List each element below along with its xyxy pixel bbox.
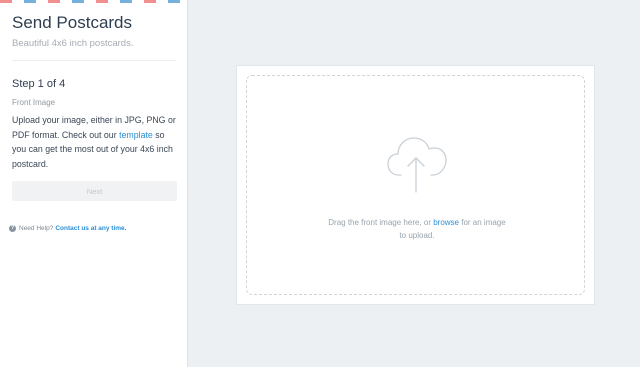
template-link[interactable]: template (119, 130, 153, 140)
contact-link[interactable]: Contact us at any time. (55, 225, 126, 232)
sidebar: Send Postcards Beautiful 4x6 inch postca… (0, 0, 188, 367)
page-title: Send Postcards (12, 13, 133, 32)
help-row: ? Need Help? Contact us at any time. (9, 225, 126, 232)
page-subtitle: Beautiful 4x6 inch postcards. (12, 38, 134, 49)
next-button[interactable]: Next (12, 181, 177, 201)
browse-link[interactable]: browse (433, 218, 459, 227)
step-name: Front Image (12, 98, 56, 107)
airmail-stripe (0, 0, 188, 3)
instructions-text: Upload your image, either in JPG, PNG or… (12, 113, 178, 171)
help-text: Need Help? (19, 225, 54, 232)
dropzone-text: Drag the front image here, or browse for… (327, 216, 507, 242)
upload-card: Drag the front image here, or browse for… (237, 66, 594, 304)
divider (12, 60, 176, 61)
cloud-upload-icon (387, 137, 447, 193)
step-indicator: Step 1 of 4 (12, 78, 66, 90)
help-icon: ? (9, 225, 16, 232)
dropzone-text-before: Drag the front image here, or (328, 218, 434, 227)
image-dropzone[interactable]: Drag the front image here, or browse for… (246, 75, 585, 295)
